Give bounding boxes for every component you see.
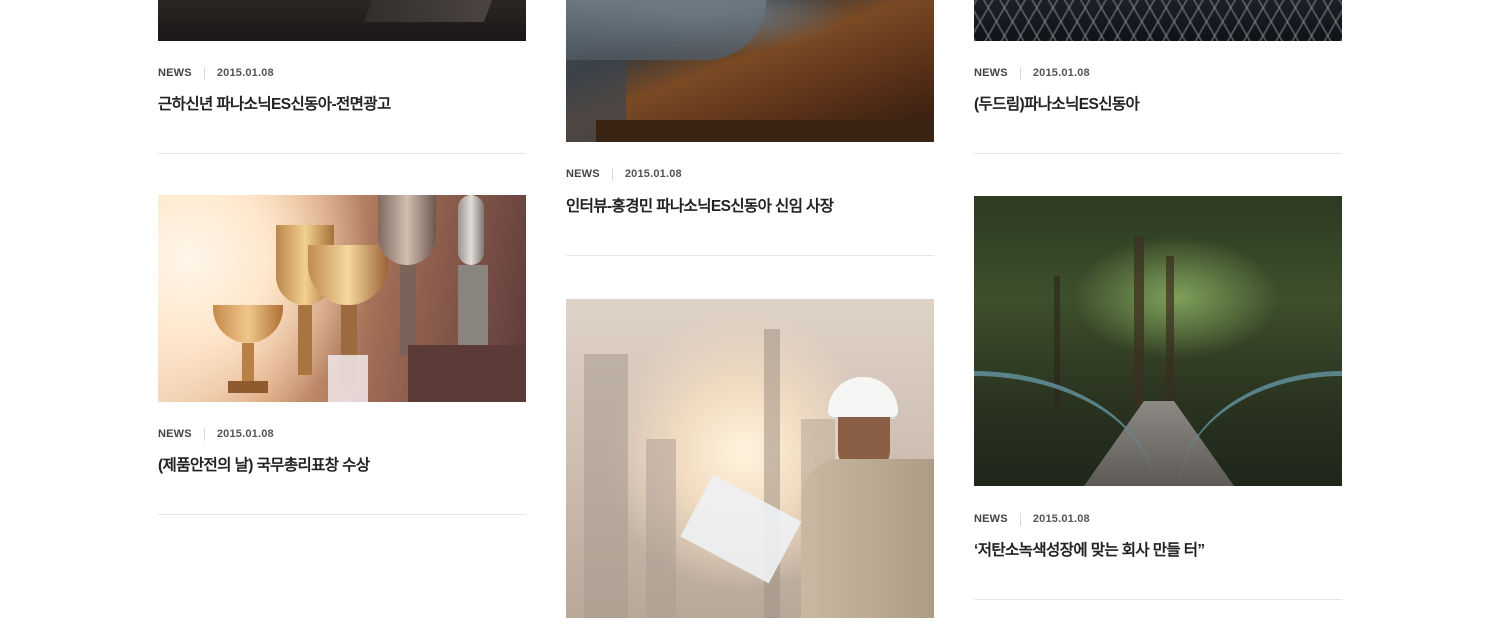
dark-book-photo[interactable] [158, 0, 526, 41]
meta-divider [203, 427, 205, 441]
news-meta: NEWS 2015.01.08 [974, 512, 1090, 526]
news-card[interactable]: NEWS 2015.01.08 ‘저탄소녹색성장에 맞는 회사 만들 터” [974, 196, 1342, 559]
meta-divider [1019, 512, 1021, 526]
meta-divider [611, 167, 613, 181]
meta-divider [203, 66, 205, 80]
news-title[interactable]: 근하신년 파나소닉ES신동아-전면광고 [158, 94, 391, 116]
card-divider [158, 514, 526, 515]
category-label: NEWS [158, 67, 192, 79]
news-card[interactable]: NEWS 2015.01.08 (두드림)파나소닉ES신동아 [974, 0, 1342, 113]
news-title[interactable]: ‘저탄소녹색성장에 맞는 회사 만들 터” [974, 540, 1205, 562]
news-meta: NEWS 2015.01.08 [158, 66, 274, 80]
desk-photo[interactable] [566, 0, 934, 142]
category-label: NEWS [974, 67, 1008, 79]
building-photo[interactable] [974, 0, 1342, 41]
news-title[interactable]: 인터뷰-홍경민 파나소닉ES신동아 신임 사장 [566, 196, 834, 218]
date-label: 2015.01.08 [216, 67, 274, 79]
trophies-photo[interactable] [158, 195, 526, 402]
card-divider [974, 153, 1342, 154]
news-meta: NEWS 2015.01.08 [158, 427, 274, 441]
date-label: 2015.01.08 [216, 428, 274, 440]
date-label: 2015.01.08 [624, 168, 682, 180]
card-divider [566, 255, 934, 256]
news-meta: NEWS 2015.01.08 [974, 66, 1090, 80]
category-label: NEWS [158, 428, 192, 440]
news-card[interactable]: NEWS 2015.01.08 근하신년 파나소닉ES신동아-전면광고 [158, 0, 526, 113]
news-title[interactable]: (제품안전의 날) 국무총리표창 수상 [158, 455, 370, 477]
news-card[interactable]: NEWS 2015.01.08 인터뷰-홍경민 파나소닉ES신동아 신임 사장 [566, 0, 934, 215]
category-label: NEWS [566, 168, 600, 180]
news-meta: NEWS 2015.01.08 [566, 167, 682, 181]
bridge-photo[interactable] [974, 196, 1342, 486]
date-label: 2015.01.08 [1032, 67, 1090, 79]
card-divider [974, 599, 1342, 600]
news-title[interactable]: (두드림)파나소닉ES신동아 [974, 94, 1140, 116]
news-card[interactable]: NEWS 2015.01.08 (제품안전의 날) 국무총리표창 수상 [158, 195, 526, 474]
meta-divider [1019, 66, 1021, 80]
engineer-photo[interactable] [566, 299, 934, 618]
card-divider [158, 153, 526, 154]
category-label: NEWS [974, 513, 1008, 525]
news-card[interactable] [566, 299, 934, 618]
date-label: 2015.01.08 [1032, 513, 1090, 525]
